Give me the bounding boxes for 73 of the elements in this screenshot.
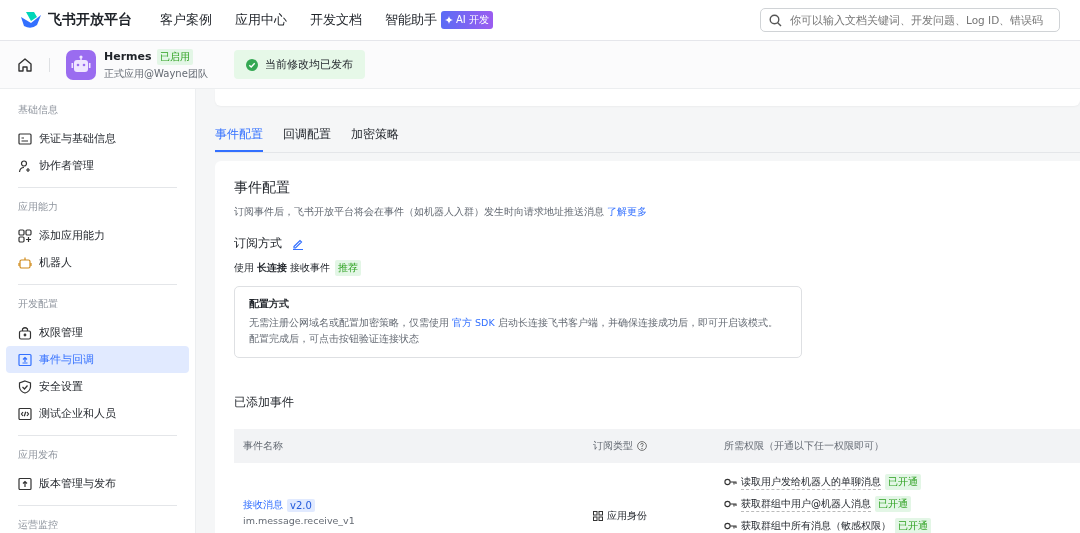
subscription-title: 订阅方式 (234, 235, 282, 252)
permission-name[interactable]: 获取群组中所有消息（敏感权限） (741, 518, 891, 533)
search-icon (769, 13, 782, 27)
status-badge: 已启用 (156, 48, 193, 65)
sidebar-item[interactable]: 安全设置 (6, 373, 189, 400)
event-code: im.message.receive_v1 (243, 515, 356, 526)
events-title: 已添加事件 (234, 394, 295, 411)
permission-status: 已开通 (885, 474, 921, 490)
column-header: 事件名称 (243, 439, 283, 453)
permission-status: 已开通 (895, 518, 931, 533)
sidebar-item[interactable]: 权限管理 (6, 319, 189, 346)
grid-icon (18, 228, 32, 243)
brand-name: 飞书开放平台 (48, 11, 132, 29)
subscription-type: 应用身份 (607, 509, 647, 523)
learn-more-link[interactable]: 了解更多 (607, 206, 648, 217)
event-icon (18, 352, 32, 367)
event-name-link[interactable]: 接收消息 (243, 498, 283, 512)
app-subtitle: 正式应用@Wayne团队 (104, 66, 208, 81)
sidebar-item[interactable]: 机器人 (6, 249, 189, 276)
config-title: 配置方式 (249, 297, 290, 311)
grid-icon (593, 511, 603, 521)
help-icon[interactable] (637, 441, 647, 451)
sidebar-item[interactable]: 测试企业和人员 (6, 400, 189, 427)
recommend-badge: 推荐 (335, 260, 362, 276)
user-icon (18, 158, 32, 173)
permission-name[interactable]: 获取群组中用户@机器人消息 (741, 496, 871, 512)
sidebar-section-title: 应用能力 (18, 200, 59, 214)
sidebar-section-title: 运营监控 (18, 518, 59, 532)
sidebar-item[interactable]: 凭证与基础信息 (6, 125, 189, 152)
search-field[interactable]: 你可以输入文档关键词、开发问题、Log ID、错误码 (760, 8, 1060, 32)
check-icon (245, 58, 258, 71)
sidebar-section-title: 应用发布 (18, 448, 59, 462)
subscription-mode: 使用 长连接 接收事件 (234, 261, 331, 275)
permission-name[interactable]: 读取用户发给机器人的单聊消息 (741, 474, 881, 490)
key-icon (724, 522, 737, 530)
column-header: 所需权限（开通以下任一权限即可） (724, 439, 884, 453)
upload-icon (18, 476, 32, 491)
sparkle-icon (445, 16, 453, 24)
sdk-link[interactable]: 官方 SDK (452, 317, 495, 328)
sidebar-item[interactable]: 事件与回调 (6, 346, 189, 373)
config-hint: 配置完成后，可点击按钮验证连接状态 (249, 332, 420, 346)
home-icon[interactable] (17, 56, 33, 73)
notice-text: 当前修改均已发布 (264, 57, 353, 72)
key-icon (724, 478, 737, 486)
code-icon (18, 406, 32, 421)
config-description: 无需注册公网域名或配置加密策略，仅需使用 官方 SDK 启动长连接飞书客户端，并确保连接成功后，即可开启该模式。 (249, 316, 779, 330)
tab[interactable]: 回调配置 (283, 124, 331, 152)
ai-badge-text: AI 开发 (456, 13, 489, 27)
robot-icon (66, 49, 96, 80)
shield-icon (18, 379, 32, 394)
key-icon (724, 500, 737, 508)
version-badge: v2.0 (287, 498, 315, 512)
nav-link[interactable]: 应用中心 (235, 11, 287, 29)
nav-link[interactable]: 智能助手 (385, 11, 437, 29)
lock-icon (18, 325, 32, 340)
app-name: Hermes (104, 50, 152, 63)
permission-status: 已开通 (875, 496, 911, 512)
sidebar-item[interactable]: 版本管理与发布 (6, 470, 189, 497)
nav-link[interactable]: 开发文档 (310, 11, 362, 29)
edit-icon[interactable] (292, 237, 304, 250)
robot-icon (18, 255, 32, 270)
section-description: 订阅事件后，飞书开放平台将会在事件（如机器人入群）发生时向请求地址推送消息 了解更多 (234, 205, 649, 219)
sidebar-item[interactable]: 协作者管理 (6, 152, 189, 179)
sidebar-section-title: 基础信息 (18, 103, 59, 117)
column-header: 订阅类型 (593, 439, 633, 453)
tab[interactable]: 事件配置 (215, 124, 263, 152)
section-title: 事件配置 (234, 179, 291, 197)
sidebar-item[interactable]: 添加应用能力 (6, 222, 189, 249)
tab[interactable]: 加密策略 (351, 124, 399, 152)
nav-link[interactable]: 客户案例 (160, 11, 212, 29)
sidebar-section-title: 开发配置 (18, 297, 59, 311)
card-icon (18, 131, 32, 146)
logo-icon (20, 11, 42, 29)
